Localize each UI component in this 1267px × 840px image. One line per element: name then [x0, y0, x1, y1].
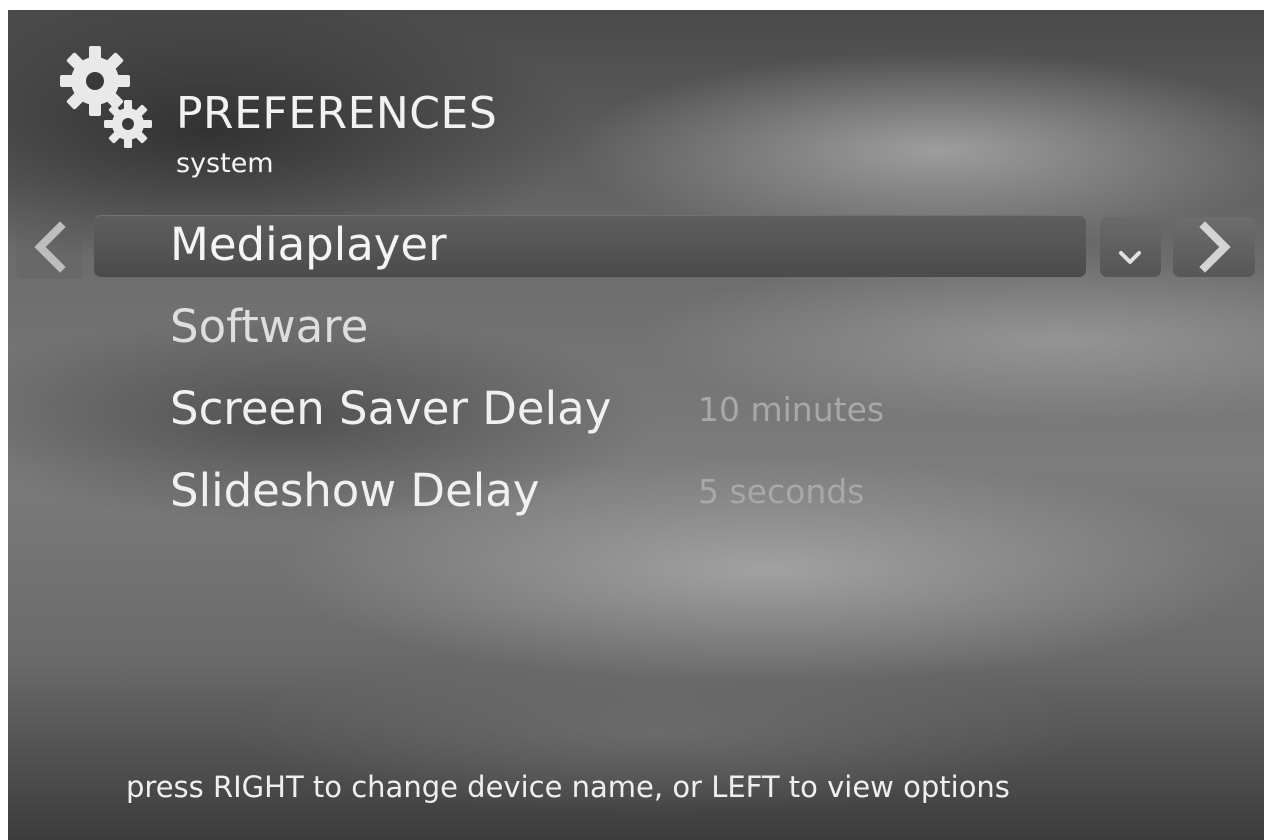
screen-saver-delay-value: 10 minutes	[698, 390, 885, 429]
page-subtitle: system	[176, 148, 274, 179]
nav-left-button[interactable]	[16, 215, 82, 279]
chevron-left-icon	[34, 221, 66, 273]
menu-item-screen-saver-delay[interactable]: Screen Saver Delay	[170, 382, 611, 435]
page-title: PREFERENCES	[176, 88, 498, 139]
nav-right-button[interactable]	[1173, 217, 1255, 277]
dropdown-button[interactable]	[1100, 217, 1161, 277]
slideshow-delay-value: 5 seconds	[698, 472, 865, 511]
chevron-right-icon	[1199, 221, 1231, 273]
menu-item-mediaplayer[interactable]: Mediaplayer	[170, 218, 447, 271]
chevron-down-icon	[1119, 251, 1141, 264]
menu-item-slideshow-delay[interactable]: Slideshow Delay	[170, 464, 539, 517]
menu-item-software[interactable]: Software	[170, 300, 368, 353]
footer-hint: press RIGHT to change device name, or LE…	[126, 770, 1010, 804]
small-gear-icon	[104, 100, 152, 148]
preferences-screen: PREFERENCES system Mediaplayer Software …	[8, 10, 1264, 840]
